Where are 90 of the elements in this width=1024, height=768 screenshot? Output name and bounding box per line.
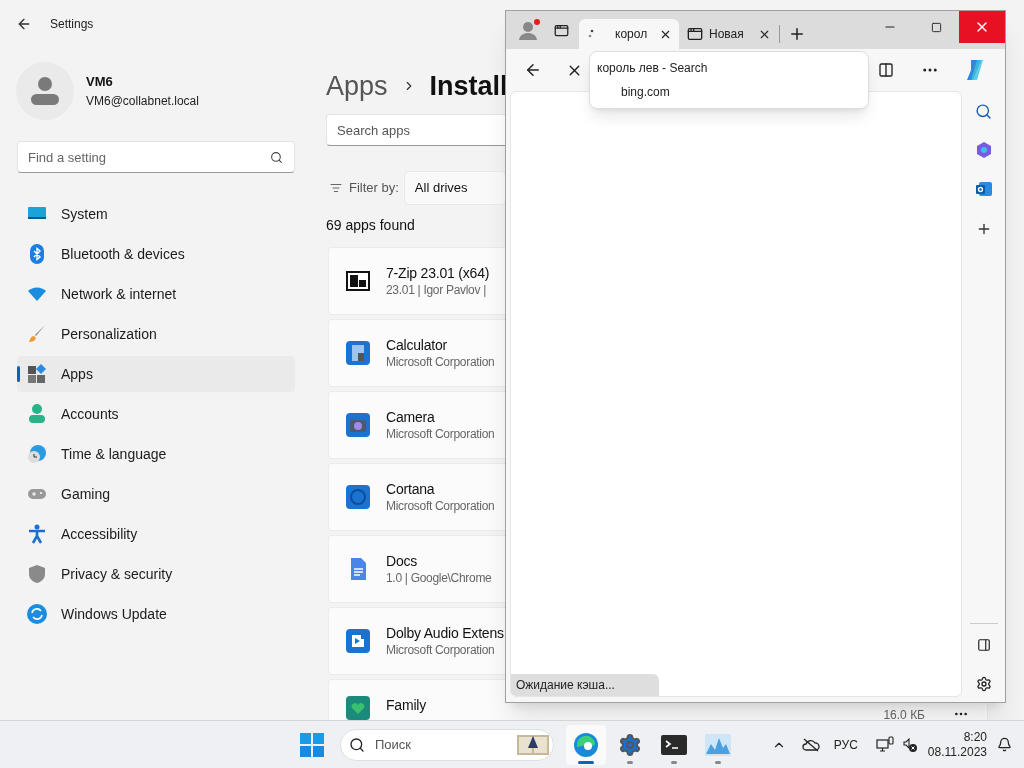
search-icon xyxy=(349,736,365,753)
app-card[interactable]: Camera Microsoft Corporation xyxy=(328,391,505,459)
calculator-icon xyxy=(346,341,370,365)
nav-item[interactable]: Time & language xyxy=(17,436,295,472)
profile-avatar[interactable] xyxy=(518,19,540,41)
status-text: Ожидание кэша... xyxy=(511,674,659,696)
app-name: 7-Zip 23.01 (x64) xyxy=(386,264,491,282)
mail-icon[interactable] xyxy=(974,180,993,198)
app-details: 1.0 | Google\Chrome xyxy=(386,570,493,586)
tab-actions-icon[interactable] xyxy=(554,22,569,38)
app-card[interactable]: Calculator Microsoft Corporation xyxy=(328,319,505,387)
filter-icon xyxy=(330,182,342,194)
breadcrumb-link[interactable]: Apps xyxy=(326,65,388,107)
user-name: VM6 xyxy=(86,73,114,92)
app-card[interactable]: 7-Zip 23.01 (x64) 23.01 | Igor Pavlov | xyxy=(328,247,505,315)
nav-item[interactable]: Accounts xyxy=(17,396,295,432)
search-field[interactable]: Find a setting xyxy=(17,141,295,173)
drive-dropdown[interactable]: All drives xyxy=(403,171,506,205)
chart-icon xyxy=(705,733,731,756)
app-name: Camera xyxy=(386,408,436,426)
network-icon[interactable] xyxy=(875,735,894,754)
browser-tab[interactable]: корол xyxy=(579,19,679,49)
nav-item[interactable]: Accessibility xyxy=(17,516,295,552)
nav-item[interactable]: Apps xyxy=(17,356,295,392)
nav-item[interactable]: Network & internet xyxy=(17,276,295,312)
app-card[interactable]: Dolby Audio Extens Microsoft Corporation xyxy=(328,607,505,675)
user-email: VM6@collabnet.local xyxy=(86,92,199,110)
taskbar-app[interactable] xyxy=(566,724,606,765)
sidebar-icon[interactable] xyxy=(976,638,991,652)
terminal-icon xyxy=(661,734,687,755)
split-screen-icon[interactable] xyxy=(878,62,894,78)
browser-icon xyxy=(573,731,599,758)
nav-item[interactable]: Privacy & security xyxy=(17,556,295,592)
shield-icon xyxy=(27,564,47,584)
tooltip-url: bing.com xyxy=(621,84,671,101)
nav-item[interactable]: Gaming xyxy=(17,476,295,512)
tab-title: Новая xyxy=(709,26,744,43)
search-icon xyxy=(270,151,283,164)
app-name: Cortana xyxy=(386,480,436,498)
language-indicator[interactable]: РУС xyxy=(833,735,858,754)
app-details: Microsoft Corporation xyxy=(386,642,496,658)
new-tab-icon[interactable] xyxy=(788,25,806,43)
filter-label: Filter by: xyxy=(349,179,399,198)
page-icon xyxy=(687,26,703,42)
loading-icon xyxy=(587,29,595,39)
app-card[interactable]: Docs 1.0 | Google\Chrome xyxy=(328,535,505,603)
browser-tab[interactable]: Новая xyxy=(679,19,779,49)
hexagon-icon[interactable] xyxy=(974,141,993,159)
tooltip-title: король лев - Search xyxy=(597,60,709,77)
accessibility-icon xyxy=(27,524,47,544)
nav-item[interactable]: System xyxy=(17,196,295,232)
sync-icon xyxy=(27,604,47,624)
app-name: Calculator xyxy=(386,336,449,354)
nav-item[interactable]: Bluetooth & devices xyxy=(17,236,295,272)
app-details: Microsoft Corporation xyxy=(386,498,496,514)
speaker-muted-icon[interactable] xyxy=(901,736,918,753)
ring-icon xyxy=(346,485,370,509)
search-icon[interactable] xyxy=(975,103,992,120)
settings-icon[interactable] xyxy=(975,676,992,692)
window-title: Settings xyxy=(50,16,94,33)
nav-item[interactable]: Windows Update xyxy=(17,596,295,632)
back-icon[interactable] xyxy=(16,16,32,32)
clock-date[interactable]: 08.11.2023 xyxy=(927,744,987,760)
app-details: Microsoft Corporation xyxy=(386,354,496,370)
clock-time[interactable]: 8:20 xyxy=(963,729,987,745)
apps-count: 69 apps found xyxy=(326,216,415,235)
app-card[interactable]: Cortana Microsoft Corporation xyxy=(328,463,505,531)
globe-clock-icon xyxy=(27,444,47,464)
app-size: 16.0 КБ xyxy=(883,707,925,720)
person-icon xyxy=(27,404,47,424)
app-name: Dolby Audio Extens xyxy=(386,624,505,642)
notification-icon[interactable] xyxy=(997,737,1012,752)
app-name: Docs xyxy=(386,552,419,570)
camera-icon xyxy=(346,413,370,437)
app-details: 23.01 | Igor Pavlov | xyxy=(386,282,487,298)
play-icon xyxy=(346,629,370,653)
nav-item[interactable]: Personalization xyxy=(17,316,295,352)
app-card[interactable]: Family xyxy=(328,679,505,720)
back-icon[interactable] xyxy=(524,61,542,79)
maximize-icon xyxy=(930,21,942,33)
taskbar-search-field[interactable]: Поиск xyxy=(340,728,554,761)
apps-icon xyxy=(27,364,47,384)
tab-title: корол xyxy=(615,26,648,43)
app-details: Microsoft Corporation xyxy=(386,426,496,442)
gear-icon xyxy=(618,732,642,757)
app-name: Family xyxy=(386,696,428,714)
bluetooth-icon xyxy=(27,244,47,264)
windows-logo[interactable] xyxy=(300,732,324,757)
page-title: Install xyxy=(429,69,508,103)
search-apps-field[interactable]: Search apps xyxy=(326,114,505,146)
